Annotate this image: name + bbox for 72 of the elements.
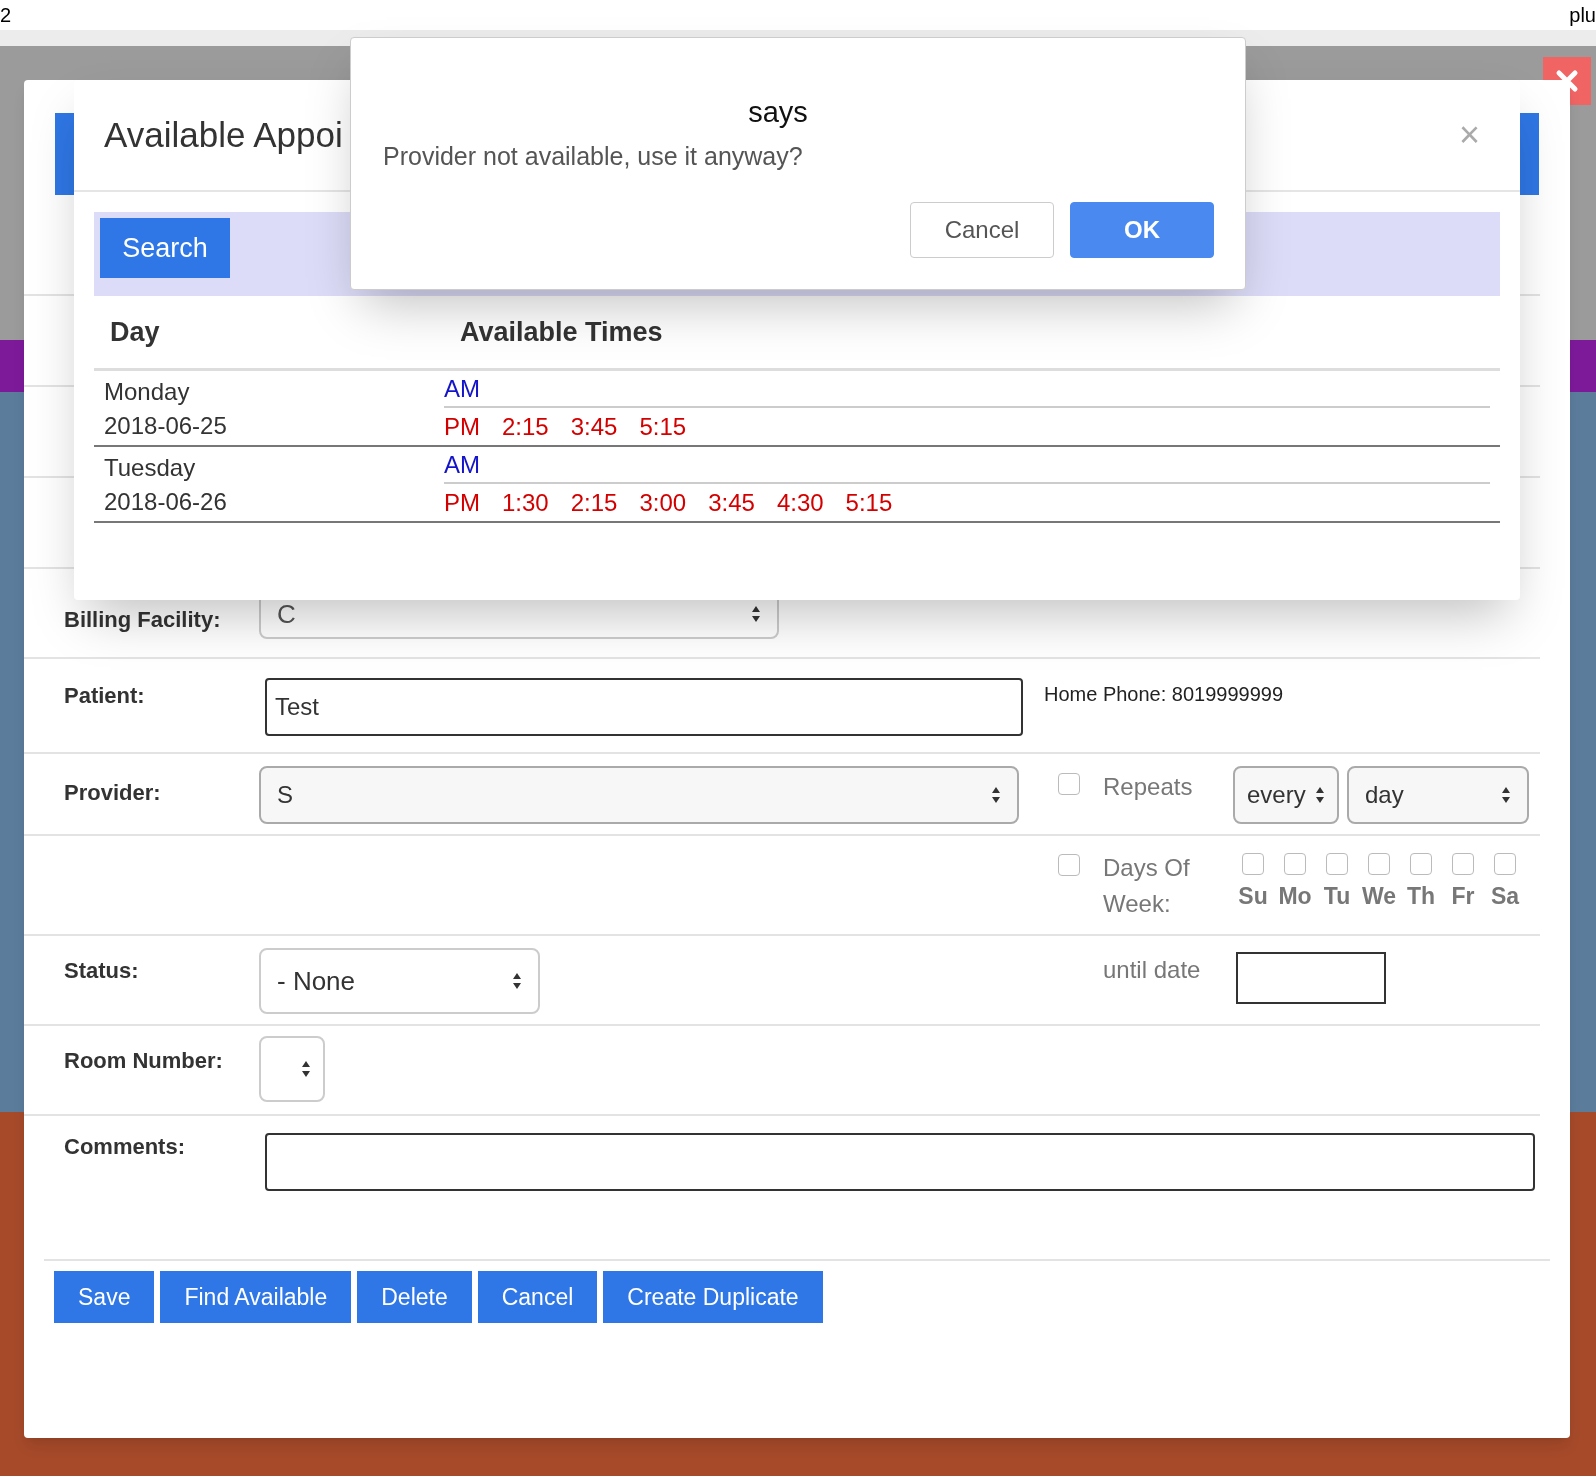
time-slot-link[interactable]: 5:15 — [845, 484, 893, 521]
alert-title: says — [748, 94, 808, 130]
weekday-text: Monday — [104, 377, 191, 407]
days-of-week-label: Days Of Week: — [1103, 853, 1191, 919]
weekday-label: Th — [1406, 882, 1436, 911]
checkbox[interactable] — [1326, 853, 1348, 875]
date-text: 2018-06-25 — [104, 411, 228, 441]
alert-button[interactable]: Cancel — [910, 201, 1054, 258]
checkbox[interactable] — [1058, 854, 1080, 876]
checkbox[interactable] — [1242, 853, 1264, 875]
time-slot-link[interactable]: 1:30 — [502, 484, 549, 521]
alert-button[interactable]: OK — [1070, 201, 1214, 258]
column-header: Day — [109, 315, 161, 349]
checkbox[interactable] — [1058, 773, 1080, 795]
unit-select[interactable]: day — [1347, 766, 1529, 824]
weekday-label: Tu — [1323, 882, 1351, 911]
weekday-label: Fr — [1451, 882, 1475, 911]
provider-select[interactable]: S — [259, 766, 1019, 824]
select-arrows-icon — [512, 972, 522, 990]
checkbox[interactable] — [1452, 853, 1474, 875]
select-arrows-icon — [1501, 786, 1511, 804]
bookmark-text[interactable]: plu — [1569, 0, 1596, 30]
session-label: AM — [444, 449, 480, 480]
date-text: 2018-06-26 — [104, 487, 228, 517]
time-slot-link[interactable]: 5:15 — [639, 408, 687, 445]
until-date-field[interactable] — [1236, 952, 1386, 1004]
field-label: Room Number: — [64, 1048, 223, 1073]
weekday-label: We — [1361, 882, 1397, 911]
alert-message: Provider not available, use it anyway? — [382, 141, 804, 172]
time-slot-link[interactable]: 4:30 — [776, 484, 824, 521]
checkbox[interactable] — [1410, 853, 1432, 875]
session-label: PM — [444, 411, 480, 442]
weekday-text: Tuesday — [104, 453, 197, 483]
form-button[interactable]: Find Available — [160, 1271, 352, 1323]
home-phone-text: Home Phone: 8019999999 — [1044, 683, 1284, 705]
until-date-label: until date — [1103, 955, 1202, 985]
column-header: Available Times — [459, 315, 664, 349]
field-label: Provider: — [64, 780, 161, 805]
weekday-label: Mo — [1278, 882, 1312, 911]
time-slot-link[interactable]: 3:45 — [708, 484, 755, 521]
session-label: PM — [444, 487, 480, 518]
field-label: Status: — [64, 958, 139, 983]
form-button[interactable]: Delete — [357, 1271, 472, 1323]
field-label: Patient: — [64, 683, 145, 708]
time-slot-link[interactable]: 2:15 — [502, 408, 549, 445]
time-slot-link[interactable]: 3:45 — [570, 408, 618, 445]
session-label: AM — [444, 373, 480, 404]
weekday-label: Sa — [1490, 882, 1520, 911]
select-arrows-icon — [991, 786, 1001, 804]
form-button[interactable]: Save — [54, 1271, 155, 1323]
select-arrows-icon — [751, 605, 761, 623]
field-label: Billing Facility: — [64, 607, 221, 632]
time-slot-link[interactable]: 2:15 — [570, 484, 618, 521]
comments-field[interactable] — [265, 1133, 1535, 1191]
select-arrows-icon — [1315, 786, 1325, 804]
dialog-title: Available Appoi — [104, 113, 343, 156]
form-button[interactable]: Cancel — [477, 1271, 598, 1323]
status-select[interactable]: - None — [259, 948, 540, 1014]
form-button[interactable]: Create Duplicate — [603, 1271, 823, 1323]
repeats-label: Repeats — [1103, 772, 1194, 802]
checkbox[interactable] — [1368, 853, 1390, 875]
interval-select[interactable]: every — [1233, 766, 1339, 824]
search-button[interactable]: Search — [100, 218, 230, 278]
patient-field[interactable]: Test — [265, 678, 1023, 736]
weekday-label: Su — [1238, 882, 1268, 911]
bookmark-text[interactable]: 2 — [0, 0, 12, 30]
checkbox[interactable] — [1494, 853, 1516, 875]
checkbox[interactable] — [1284, 853, 1306, 875]
time-slot-link[interactable]: 3:00 — [639, 484, 687, 521]
select-arrows-icon — [301, 1060, 311, 1078]
field-label: Comments: — [64, 1134, 185, 1159]
room-number-select[interactable] — [259, 1036, 325, 1102]
